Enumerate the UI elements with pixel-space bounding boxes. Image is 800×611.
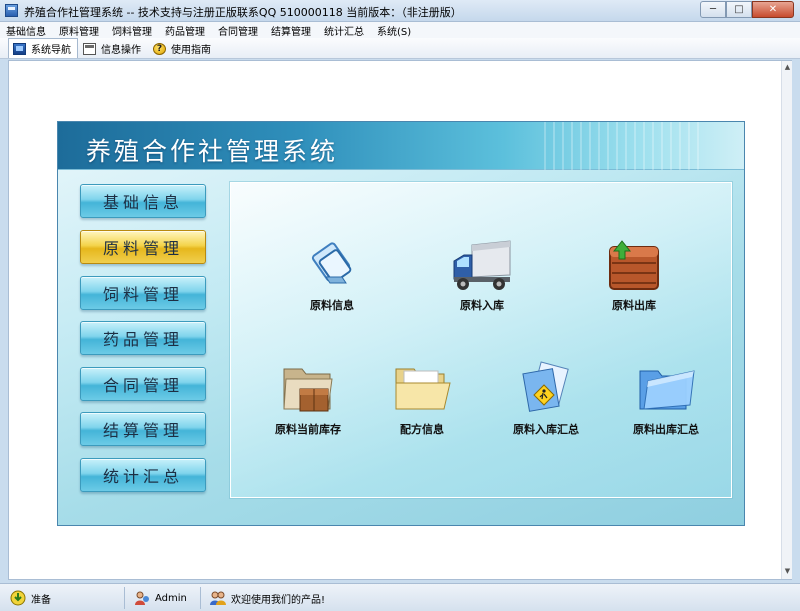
function-material-info[interactable]: 原料信息 xyxy=(277,237,387,313)
toolbar: 系统导航 信息操作 ? 使用指南 xyxy=(0,38,800,59)
menu-system[interactable]: 系统(S) xyxy=(377,23,411,38)
document-person-icon xyxy=(514,361,578,417)
window-controls: ─ □ ✕ xyxy=(700,1,794,18)
ready-icon xyxy=(10,590,26,606)
status-ready-text: 准备 xyxy=(31,594,51,606)
open-folder-icon xyxy=(390,361,454,417)
client-area: 养殖合作社管理系统 基础信息 原料管理 饲料管理 药品管理 合同管理 结算管理 … xyxy=(8,60,792,580)
blue-folder-icon xyxy=(634,361,698,417)
people-icon xyxy=(210,591,226,605)
crate-export-icon xyxy=(602,237,666,293)
maximize-button[interactable]: □ xyxy=(726,1,752,18)
function-material-in[interactable]: 原料入库 xyxy=(427,237,537,313)
window-title: 养殖合作社管理系统 -- 技术支持与注册正版联系QQ 510000118 当前版… xyxy=(24,6,462,19)
status-separator xyxy=(200,587,201,609)
help-icon: ? xyxy=(153,42,166,55)
menu-medicine[interactable]: 药品管理 xyxy=(165,23,205,38)
function-label: 原料出库汇总 xyxy=(633,423,699,436)
side-button-basic-info[interactable]: 基础信息 xyxy=(80,184,206,218)
menu-statistics[interactable]: 统计汇总 xyxy=(324,23,364,38)
function-material-stock[interactable]: 原料当前库存 xyxy=(253,361,363,437)
function-material-in-summary[interactable]: 原料入库汇总 xyxy=(491,361,601,437)
status-message-text: 欢迎使用我们的产品! xyxy=(231,594,326,606)
scroll-down-icon[interactable]: ▼ xyxy=(783,567,792,576)
folder-box-icon xyxy=(276,361,340,417)
status-separator xyxy=(124,587,125,609)
side-button-medicine[interactable]: 药品管理 xyxy=(80,321,206,355)
function-label: 原料入库汇总 xyxy=(513,423,579,436)
minimize-button[interactable]: ─ xyxy=(700,1,726,18)
panel-title: 养殖合作社管理系统 xyxy=(86,137,339,166)
function-label: 配方信息 xyxy=(400,423,444,436)
vertical-scrollbar[interactable]: ▲ ▼ xyxy=(781,61,792,579)
main-panel: 养殖合作社管理系统 基础信息 原料管理 饲料管理 药品管理 合同管理 结算管理 … xyxy=(57,121,745,526)
function-label: 原料信息 xyxy=(310,299,354,312)
info-doc-icon xyxy=(83,42,96,55)
function-formula-info[interactable]: 配方信息 xyxy=(367,361,477,437)
function-area: 原料信息 原料入库 原料出库 原料当前库存 配方信息 原料入库汇总 原料出库汇总 xyxy=(230,182,732,498)
tab-label: 系统导航 xyxy=(31,45,71,56)
side-button-contract[interactable]: 合同管理 xyxy=(80,367,206,401)
tab-user-guide[interactable]: ? 使用指南 xyxy=(148,38,218,58)
delivery-truck-icon xyxy=(450,237,514,293)
function-material-out[interactable]: 原料出库 xyxy=(579,237,689,313)
menu-basic-info[interactable]: 基础信息 xyxy=(6,23,46,38)
side-button-statistics[interactable]: 统计汇总 xyxy=(80,458,206,492)
menu-bar: 基础信息 原料管理 饲料管理 药品管理 合同管理 结算管理 统计汇总 系统(S) xyxy=(0,22,800,38)
tab-label: 使用指南 xyxy=(171,45,211,56)
status-user: Admin xyxy=(134,589,187,607)
close-button[interactable]: ✕ xyxy=(752,1,794,18)
nav-window-icon xyxy=(13,42,26,55)
panel-header: 养殖合作社管理系统 xyxy=(58,122,744,170)
menu-contract[interactable]: 合同管理 xyxy=(218,23,258,38)
function-label: 原料入库 xyxy=(460,299,504,312)
tab-label: 信息操作 xyxy=(101,45,141,56)
status-user-text: Admin xyxy=(155,592,187,604)
side-button-settlement[interactable]: 结算管理 xyxy=(80,412,206,446)
user-icon xyxy=(135,591,149,605)
tab-system-nav[interactable]: 系统导航 xyxy=(8,38,78,58)
material-info-icon xyxy=(300,237,364,293)
app-icon[interactable] xyxy=(5,4,18,17)
scroll-up-icon[interactable]: ▲ xyxy=(783,63,792,72)
status-ready: 准备 xyxy=(10,589,51,607)
status-message: 欢迎使用我们的产品! xyxy=(210,589,325,607)
status-bar: 准备 Admin 欢迎使用我们的产品! xyxy=(0,583,800,611)
function-label: 原料出库 xyxy=(612,299,656,312)
side-button-feed[interactable]: 饲料管理 xyxy=(80,276,206,310)
side-button-material[interactable]: 原料管理 xyxy=(80,230,206,264)
menu-feed[interactable]: 饲料管理 xyxy=(112,23,152,38)
menu-material[interactable]: 原料管理 xyxy=(59,23,99,38)
function-material-out-summary[interactable]: 原料出库汇总 xyxy=(611,361,721,437)
function-label: 原料当前库存 xyxy=(275,423,341,436)
tab-info-operation[interactable]: 信息操作 xyxy=(78,38,148,58)
menu-settlement[interactable]: 结算管理 xyxy=(271,23,311,38)
title-bar[interactable]: 养殖合作社管理系统 -- 技术支持与注册正版联系QQ 510000118 当前版… xyxy=(0,0,800,22)
